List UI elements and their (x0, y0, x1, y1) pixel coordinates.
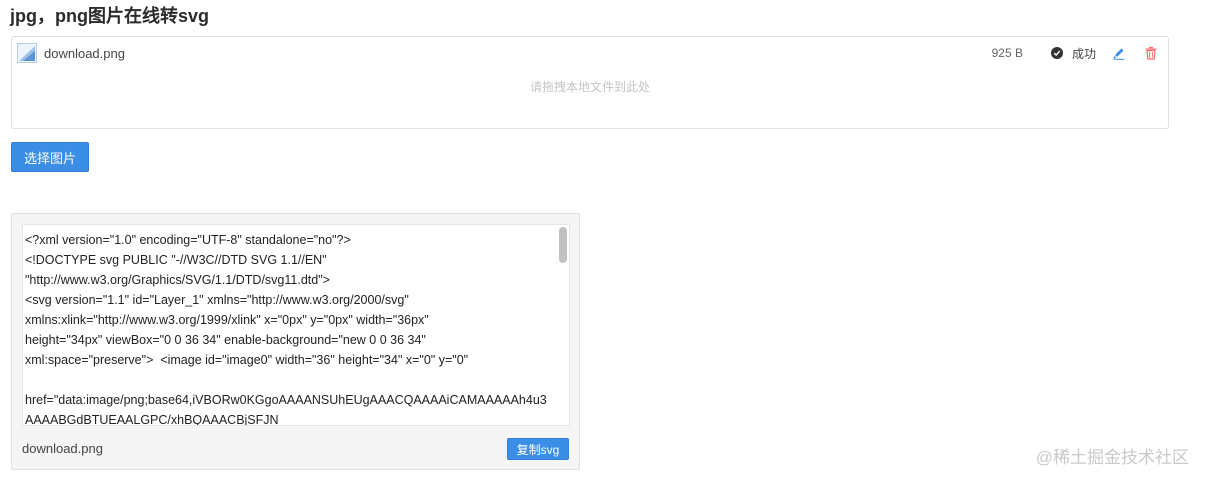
watermark: @稀土掘金技术社区 (1035, 448, 1189, 467)
svg-code-text: <?xml version="1.0" encoding="UTF-8" sta… (25, 233, 547, 426)
page-title: jpg，png图片在线转svg (10, 6, 209, 26)
svg-result-panel: <?xml version="1.0" encoding="UTF-8" sta… (11, 213, 580, 470)
file-name: download.png (44, 45, 125, 61)
result-filename: download.png (22, 441, 103, 456)
select-image-button[interactable]: 选择图片 (11, 142, 89, 172)
drop-hint: 请拖拽本地文件到此处 (529, 80, 650, 94)
trash-icon[interactable] (1144, 46, 1158, 60)
pencil-icon[interactable] (1112, 46, 1126, 60)
upload-status: 成功 (1071, 46, 1096, 61)
image-file-icon (17, 43, 37, 63)
file-list-item: download.png 925 B 成功 (17, 42, 1158, 64)
upload-dropzone[interactable]: download.png 925 B 成功 请拖拽本地文件到此处 (11, 36, 1169, 129)
scrollbar-thumb[interactable] (559, 227, 567, 263)
copy-svg-button[interactable]: 复制svg (507, 438, 569, 460)
svg-code-output[interactable]: <?xml version="1.0" encoding="UTF-8" sta… (22, 224, 570, 426)
file-size: 925 B (991, 46, 1023, 60)
check-circle-icon (1050, 47, 1063, 59)
